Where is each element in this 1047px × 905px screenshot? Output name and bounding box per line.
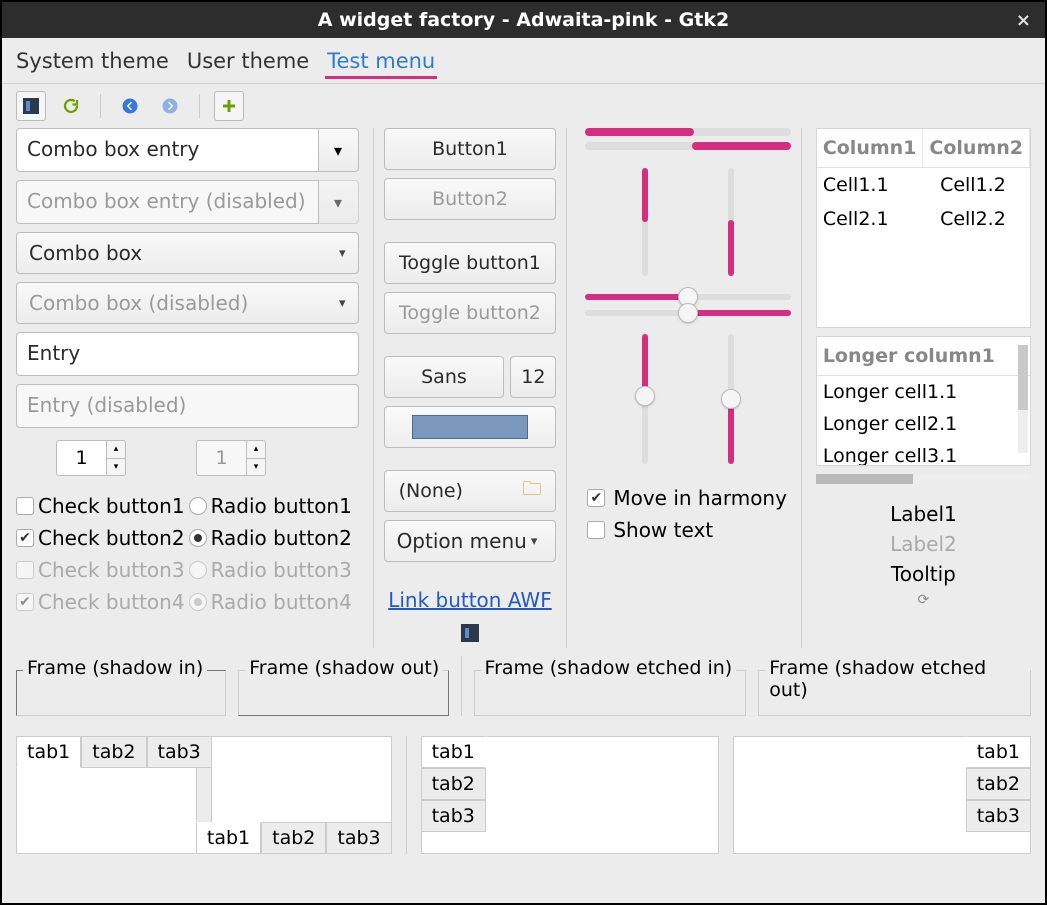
checkbox-disabled: [16, 561, 34, 579]
scrollbar-vertical[interactable]: [1018, 345, 1028, 453]
spin-down-icon[interactable]: ▾: [106, 458, 126, 477]
entry-disabled: Entry (disabled): [16, 384, 359, 428]
color-button[interactable]: [384, 406, 557, 448]
combo-entry[interactable]: Combo box entry ▾: [16, 128, 359, 172]
tree-view-1[interactable]: Column1Column2 Cell1.1Cell1.2 Cell2.1Cel…: [816, 128, 1031, 328]
menubar: System theme User theme Test menu: [2, 38, 1045, 84]
tab[interactable]: tab2: [81, 736, 146, 768]
checkbox-harmony[interactable]: ✔: [587, 489, 605, 507]
radio-disabled-selected: [189, 593, 207, 611]
combo-box-disabled: Combo box (disabled)▾: [16, 282, 359, 324]
checkbox[interactable]: [16, 497, 34, 515]
spinner-icon: ⟳: [918, 592, 930, 608]
tab[interactable]: tab1: [16, 736, 81, 768]
scrollbar-horizontal[interactable]: [816, 474, 1031, 484]
notebook-tabs-bottom: tab1 tab2 tab3: [211, 736, 392, 854]
tooltip-label: Tooltip: [891, 562, 956, 586]
radio-disabled: [189, 561, 207, 579]
vertical-tracks: [581, 158, 794, 286]
file-chooser-button[interactable]: (None) 🗀: [384, 470, 557, 512]
tab[interactable]: tab3: [421, 800, 486, 832]
combo-entry-input[interactable]: Combo box entry: [16, 128, 319, 172]
frame-etched-out: Frame (shadow etched out): [758, 670, 1031, 716]
frame-shadow-in: Frame (shadow in): [16, 670, 226, 716]
app-window: A widget factory - Adwaita-pink - Gtk2 ×…: [2, 2, 1045, 903]
awf-small-icon: [384, 624, 557, 646]
toolbar-separator-2: [199, 94, 200, 118]
spin-input[interactable]: [56, 440, 106, 476]
folder-icon: 🗀: [522, 475, 541, 507]
forward-icon[interactable]: [155, 91, 185, 121]
progress-bars: [581, 128, 794, 150]
tab[interactable]: tab3: [147, 736, 212, 768]
notebook-tabs-right: tab1 tab2 tab3: [733, 736, 1031, 854]
chevron-down-icon[interactable]: ▾: [319, 128, 359, 172]
color-swatch: [412, 415, 528, 439]
chevron-down-icon: ▾: [339, 296, 346, 311]
tab[interactable]: tab3: [966, 800, 1031, 832]
tree-view-2[interactable]: Longer column1 Longer cell1.1 Longer cel…: [816, 336, 1031, 466]
button2-disabled: Button2: [384, 178, 557, 220]
spin-down-icon: ▾: [246, 458, 266, 477]
radio-selected[interactable]: [189, 529, 207, 547]
label1: Label1: [890, 502, 957, 526]
frames-row: Frame (shadow in) Frame (shadow out) Fra…: [16, 656, 1031, 716]
entry[interactable]: Entry: [16, 332, 359, 376]
checkbox-showtext[interactable]: [587, 521, 605, 539]
option-menu[interactable]: Option menu▾: [384, 520, 557, 562]
horizontal-sliders[interactable]: [581, 294, 794, 316]
toolbar-awf-icon[interactable]: [16, 91, 46, 121]
spin-up-icon: ▴: [246, 440, 266, 458]
tab[interactable]: tab1: [196, 822, 261, 854]
menu-user-theme[interactable]: User theme: [185, 43, 311, 79]
menu-test-menu[interactable]: Test menu: [325, 43, 437, 79]
window-title: A widget factory - Adwaita-pink - Gtk2: [318, 9, 729, 31]
notebooks-row: tab1 tab2 tab3 tab1 tab2 tab3 tab1 tab2 …: [16, 724, 1031, 854]
chevron-down-icon: ▾: [339, 246, 346, 261]
tab[interactable]: tab1: [966, 736, 1031, 768]
spin-input-disabled: [196, 440, 246, 476]
add-icon[interactable]: [214, 91, 244, 121]
chevron-down-icon: ▾: [531, 534, 538, 549]
vertical-sliders[interactable]: [581, 324, 794, 474]
notebook-tabs-left: tab1 tab2 tab3: [421, 736, 719, 854]
back-icon[interactable]: [115, 91, 145, 121]
checkbox-checked[interactable]: ✔: [16, 529, 34, 547]
spin-button[interactable]: ▴▾: [56, 440, 126, 476]
font-name-button[interactable]: Sans: [384, 356, 505, 398]
check-radio-list: Check button1 Radio button1 ✔Check butto…: [16, 488, 359, 614]
toolbar: [2, 84, 1045, 128]
button1[interactable]: Button1: [384, 128, 557, 170]
font-size-button[interactable]: 12: [510, 356, 556, 398]
label2-disabled: Label2: [890, 532, 957, 556]
checkbox-disabled-checked: ✔: [16, 593, 34, 611]
toggle-button2-disabled: Toggle button2: [384, 292, 557, 334]
spin-button-disabled: ▴▾: [196, 440, 266, 476]
frame-shadow-out: Frame (shadow out): [238, 670, 448, 716]
radio[interactable]: [189, 497, 207, 515]
spin-up-icon[interactable]: ▴: [106, 440, 126, 458]
tab[interactable]: tab2: [261, 822, 326, 854]
combo-box[interactable]: Combo box▾: [16, 232, 359, 274]
menu-system-theme[interactable]: System theme: [14, 43, 171, 79]
combo-entry-disabled-input: Combo box entry (disabled): [16, 180, 319, 224]
tab[interactable]: tab1: [421, 736, 486, 768]
frame-etched-in: Frame (shadow etched in): [474, 670, 747, 716]
close-icon[interactable]: ×: [1016, 10, 1031, 31]
combo-entry-disabled: Combo box entry (disabled) ▾: [16, 180, 359, 224]
tab[interactable]: tab2: [421, 768, 486, 800]
chevron-down-icon: ▾: [319, 180, 359, 224]
link-button[interactable]: Link button AWF: [384, 584, 557, 616]
refresh-icon[interactable]: [56, 91, 86, 121]
titlebar: A widget factory - Adwaita-pink - Gtk2 ×: [2, 2, 1045, 38]
tab[interactable]: tab2: [966, 768, 1031, 800]
toolbar-separator-1: [100, 94, 101, 118]
tab[interactable]: tab3: [326, 822, 391, 854]
toggle-button1[interactable]: Toggle button1: [384, 242, 557, 284]
notebook-tabs-top: tab1 tab2 tab3: [16, 736, 197, 854]
